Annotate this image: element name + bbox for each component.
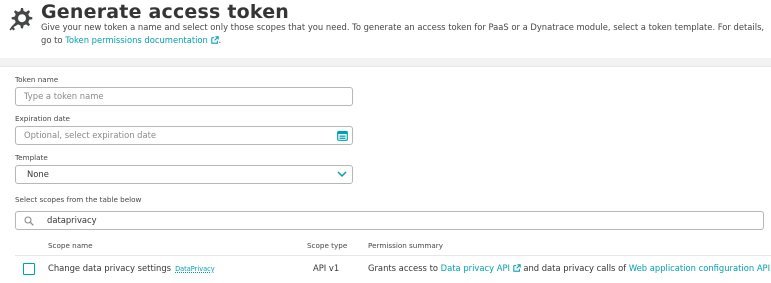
web-app-config-api-link[interactable]: Web application configuration API [629, 263, 771, 273]
template-label: Template [15, 153, 48, 162]
column-header-permission-summary: Permission summary [368, 241, 443, 250]
column-header-scope-name: Scope name [48, 241, 93, 250]
summary-prefix: Grants access to [368, 263, 438, 273]
external-link-icon [512, 264, 521, 272]
expiration-date-input[interactable]: Optional, select expiration date [15, 126, 353, 145]
data-privacy-api-link-text[interactable]: Data privacy API [441, 263, 510, 273]
description-suffix: . [218, 35, 222, 45]
template-value: None [27, 169, 49, 179]
scope-name: Change data privacy settings [48, 263, 172, 273]
doc-link[interactable]: Token permissions documentation [65, 35, 219, 45]
external-link-icon [210, 36, 219, 44]
expiration-date-label: Expiration date [15, 114, 70, 123]
scope-name-cell: Change data privacy settings DataPrivacy [48, 263, 215, 273]
search-icon [24, 216, 34, 226]
scope-checkbox[interactable] [23, 263, 35, 275]
data-privacy-api-link[interactable]: Data privacy API [441, 263, 521, 273]
column-header-scope-type: Scope type [307, 241, 348, 250]
token-name-input[interactable]: Type a token name [15, 87, 353, 106]
expiration-date-placeholder: Optional, select expiration date [24, 130, 157, 140]
token-form-panel: Token name Type a token name Expiration … [0, 66, 771, 282]
scope-tag[interactable]: DataPrivacy [175, 265, 215, 273]
scope-type-cell: API v1 [313, 263, 340, 273]
summary-mid: and data privacy calls of [523, 263, 627, 273]
token-settings-icon [9, 8, 33, 31]
scope-search-input[interactable]: dataprivacy [15, 211, 764, 230]
page-header: Generate access token Give your new toke… [0, 0, 771, 58]
page-description: Give your new token a name and select on… [41, 21, 766, 47]
web-app-config-api-link-text[interactable]: Web application configuration API [629, 263, 770, 273]
header-divider-band [0, 58, 771, 66]
permission-summary-cell: Grants access to Data privacy API and da… [368, 263, 771, 273]
scopes-label: Select scopes from the table below [15, 195, 142, 204]
scope-search-value: dataprivacy [47, 215, 97, 225]
template-select[interactable]: None [15, 165, 353, 184]
page-title: Generate access token [41, 1, 290, 23]
table-row: Change data privacy settings DataPrivacy … [15, 256, 771, 283]
chevron-down-icon [337, 171, 347, 178]
calendar-icon[interactable] [337, 130, 348, 141]
doc-link-text[interactable]: Token permissions documentation [65, 35, 208, 45]
token-name-placeholder: Type a token name [24, 91, 104, 101]
token-name-label: Token name [15, 75, 59, 84]
